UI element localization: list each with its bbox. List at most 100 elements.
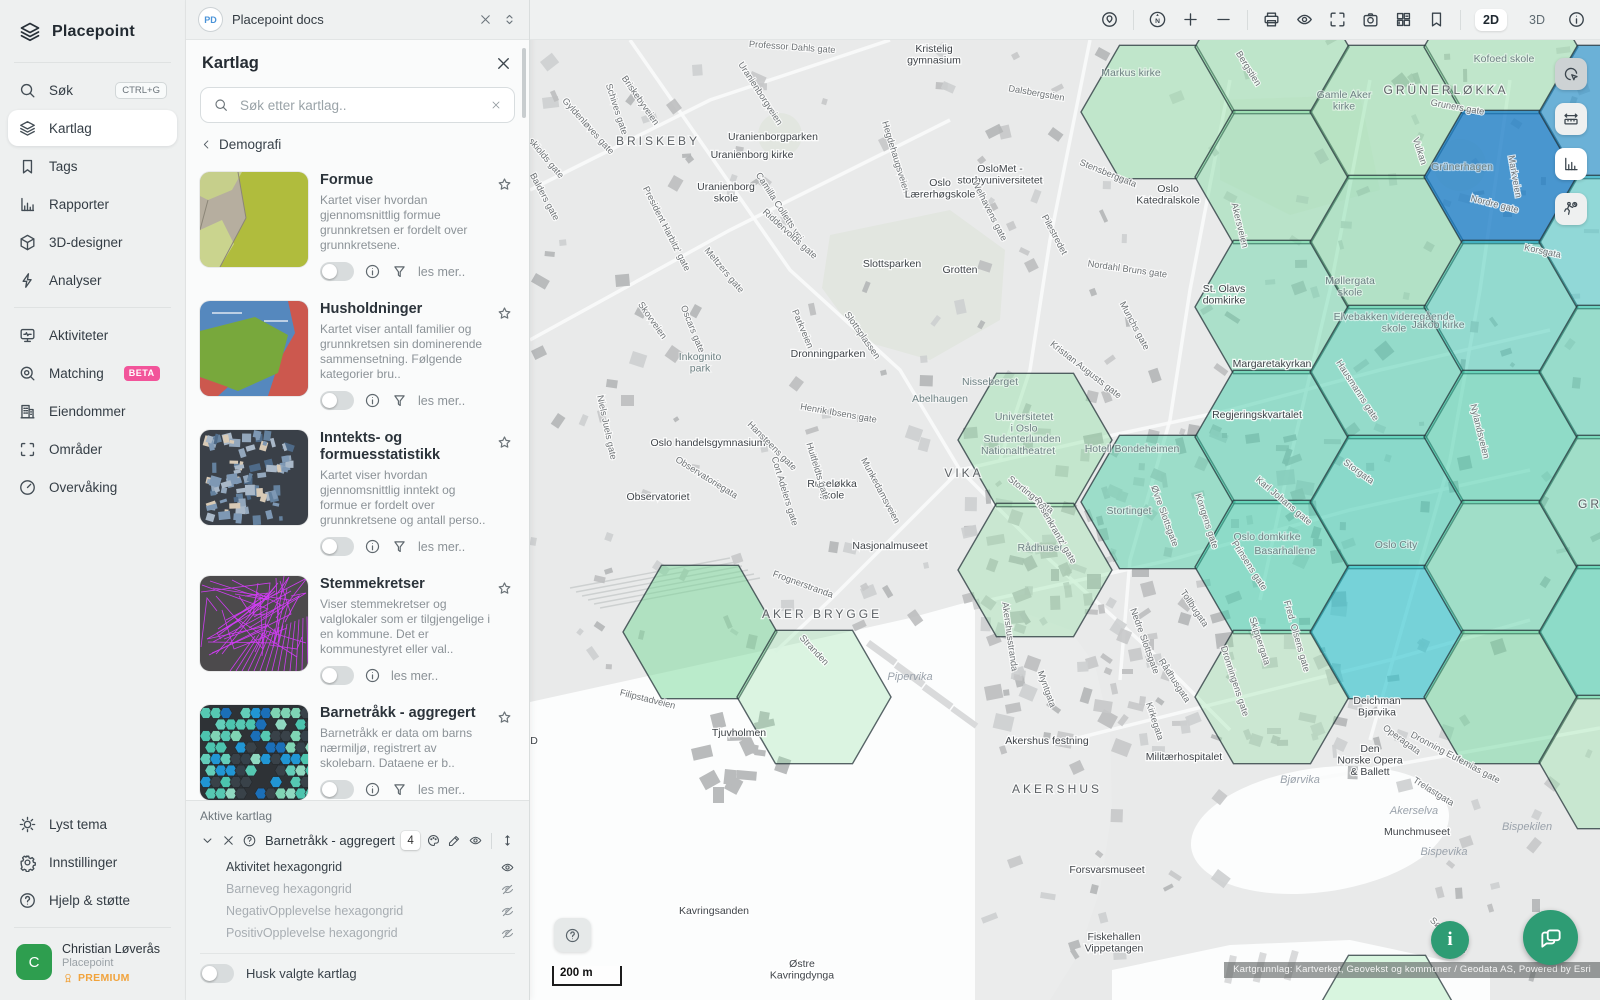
- sidebar-item-omr-der[interactable]: Områder: [8, 431, 177, 467]
- read-more-link[interactable]: les mer..: [418, 265, 465, 279]
- layer-title: Husholdninger: [320, 301, 493, 318]
- sidebar-item-kartlag[interactable]: Kartlag: [8, 110, 177, 146]
- svg-text:Akershus festning: Akershus festning: [1005, 735, 1089, 747]
- favorite-star-icon[interactable]: [496, 580, 513, 597]
- sidebar-item-s-k[interactable]: SøkCTRL+G: [8, 72, 177, 108]
- hidden-eye-icon[interactable]: [500, 926, 515, 941]
- layer-title: Stemmekretser: [320, 576, 493, 593]
- info-icon[interactable]: [364, 538, 381, 555]
- map-canvas[interactable]: Professor Dahls gateKristeliggymnasiumBR…: [530, 40, 1600, 1000]
- visibility-icon[interactable]: [1295, 10, 1314, 29]
- doc-tab[interactable]: PD Placepoint docs: [186, 0, 529, 40]
- sidebar-item-hjelp-st-tte[interactable]: Hjelp & støtte: [8, 882, 177, 918]
- print-icon[interactable]: [1262, 10, 1281, 29]
- map-about-icon[interactable]: [1567, 10, 1586, 29]
- app-logo[interactable]: Placepoint: [0, 0, 185, 60]
- sublayer-row-barneveg-hexagongrid[interactable]: Barneveg hexagongrid: [226, 878, 515, 900]
- clear-search-icon[interactable]: [490, 99, 502, 111]
- layer-toggle[interactable]: [320, 262, 354, 281]
- collapse-chevrons-icon[interactable]: [502, 12, 517, 27]
- info-icon[interactable]: [364, 392, 381, 409]
- search-input[interactable]: [238, 97, 481, 114]
- filter-icon[interactable]: [391, 538, 408, 555]
- remove-layer-icon[interactable]: [221, 833, 236, 848]
- filter-icon[interactable]: [391, 781, 408, 798]
- screenshot-icon[interactable]: [1361, 10, 1380, 29]
- edit-icon[interactable]: [447, 833, 462, 848]
- measure-tool-button[interactable]: [1555, 103, 1587, 135]
- select-tool-button[interactable]: [1555, 58, 1587, 90]
- read-more-link[interactable]: les mer..: [418, 394, 465, 408]
- read-more-link[interactable]: les mer..: [418, 783, 465, 797]
- divider: [1247, 10, 1248, 30]
- svg-text:AKERSHUS: AKERSHUS: [1012, 782, 1102, 796]
- map-info-button[interactable]: i: [1431, 921, 1469, 959]
- active-layer-row[interactable]: Barnetråkk - aggregert 4: [200, 831, 515, 850]
- layer-toggle[interactable]: [320, 391, 354, 410]
- layer-card-barnetr-kk-aggregert[interactable]: Barnetråkk - aggregertBarnetråkk er data…: [200, 695, 515, 800]
- sidebar-item-3d-designer[interactable]: 3D-designer: [8, 224, 177, 260]
- mode-2d-button[interactable]: 2D: [1475, 9, 1507, 31]
- mode-3d-button[interactable]: 3D: [1521, 9, 1553, 31]
- visible-eye-icon[interactable]: [500, 860, 515, 875]
- remember-layers-toggle[interactable]: [200, 964, 234, 983]
- layer-thumbnail: [200, 705, 308, 800]
- sublayer-row-negativopplevelse-hexagongrid[interactable]: NegativOpplevelse hexagongrid: [226, 900, 515, 922]
- sidebar-item-matching[interactable]: MatchingBETA: [8, 355, 177, 391]
- info-icon[interactable]: [364, 667, 381, 684]
- layer-card-inntekts-og-formuesstatistikk[interactable]: Inntekts- og formuesstatistikkKartet vis…: [200, 420, 515, 566]
- help-button[interactable]: [554, 918, 591, 952]
- layer-visibility-icon[interactable]: [468, 833, 483, 848]
- read-more-link[interactable]: les mer..: [418, 540, 465, 554]
- layer-card-husholdninger[interactable]: HusholdningerKartet viser antall familie…: [200, 291, 515, 420]
- close-doc-icon[interactable]: [478, 12, 493, 27]
- favorite-star-icon[interactable]: [496, 434, 513, 451]
- filter-icon[interactable]: [391, 263, 408, 280]
- svg-text:GRÜNERLØKKA: GRÜNERLØKKA: [1383, 83, 1508, 97]
- filter-icon[interactable]: [391, 392, 408, 409]
- layer-card-stemmekretser[interactable]: StemmekretserViser stemmekretser og valg…: [200, 566, 515, 695]
- hidden-eye-icon[interactable]: [500, 904, 515, 919]
- layer-info-icon[interactable]: [242, 833, 257, 848]
- layer-toggle[interactable]: [320, 780, 354, 799]
- read-more-link[interactable]: les mer..: [391, 669, 438, 683]
- widgets-icon[interactable]: [1394, 10, 1413, 29]
- travel-time-tool-button[interactable]: [1555, 193, 1587, 225]
- favorite-star-icon[interactable]: [496, 176, 513, 193]
- hidden-eye-icon[interactable]: [500, 882, 515, 897]
- zoom-in-icon[interactable]: [1181, 10, 1200, 29]
- close-panel-icon[interactable]: [494, 54, 513, 73]
- layer-toggle[interactable]: [320, 537, 354, 556]
- draw-pin-icon[interactable]: [1100, 10, 1119, 29]
- sidebar-item-rapporter[interactable]: Rapporter: [8, 186, 177, 222]
- chart-tool-button[interactable]: [1555, 148, 1587, 180]
- info-icon[interactable]: [364, 781, 381, 798]
- palette-icon[interactable]: [426, 833, 441, 848]
- svg-text:Jakob kirke: Jakob kirke: [1411, 319, 1464, 331]
- breadcrumb[interactable]: Demografi: [200, 123, 515, 158]
- layer-card-formue[interactable]: FormueKartet viser hvordan gjennomsnittl…: [200, 162, 515, 291]
- sublayer-row-positivopplevelse-hexagongrid[interactable]: PositivOpplevelse hexagongrid: [226, 922, 515, 944]
- sidebar-item-innstillinger[interactable]: Innstillinger: [8, 844, 177, 880]
- sidebar-item-eiendommer[interactable]: Eiendommer: [8, 393, 177, 429]
- favorite-star-icon[interactable]: [496, 305, 513, 322]
- favorite-star-icon[interactable]: [496, 709, 513, 726]
- sidebar-item-tags[interactable]: Tags: [8, 148, 177, 184]
- sidebar-item-analyser[interactable]: Analyser: [8, 262, 177, 298]
- compass-icon[interactable]: N: [1148, 10, 1167, 29]
- bookmark-icon[interactable]: [1427, 10, 1446, 29]
- sublayer-row-aktivitet-hexagongrid[interactable]: Aktivitet hexagongrid: [226, 856, 515, 878]
- info-icon[interactable]: [364, 263, 381, 280]
- layer-search[interactable]: [200, 87, 515, 123]
- sidebar-item-overv-king[interactable]: Overvåking: [8, 469, 177, 505]
- user-profile[interactable]: C Christian Løverås Placepoint PREMIUM: [0, 930, 185, 1000]
- fullscreen-icon[interactable]: [1328, 10, 1347, 29]
- layer-toggle[interactable]: [320, 666, 354, 685]
- sidebar-item-lyst-tema[interactable]: Lyst tema: [8, 806, 177, 842]
- reorder-icon[interactable]: [500, 833, 515, 848]
- sidebar-item-aktiviteter[interactable]: Aktiviteter: [8, 317, 177, 353]
- zoom-out-icon[interactable]: [1214, 10, 1233, 29]
- chat-button[interactable]: [1523, 910, 1578, 965]
- scrollbar-thumb[interactable]: [522, 48, 526, 118]
- chevron-down-icon[interactable]: [200, 833, 215, 848]
